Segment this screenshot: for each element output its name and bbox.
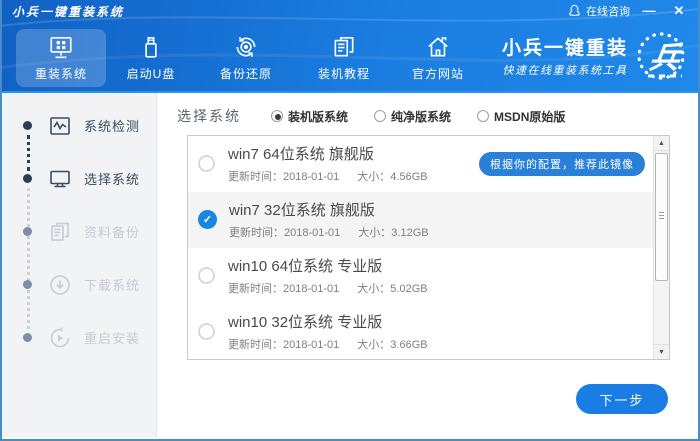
sidebar-step-data-backup[interactable]: 资料备份 xyxy=(2,209,156,254)
nav-item-label: 官方网站 xyxy=(411,66,464,81)
system-info: win7 64位系统 旗舰版 更新时间：2018-01-01 大小：4.56GB xyxy=(228,143,428,184)
system-name: win10 64位系统 专业版 xyxy=(228,257,383,275)
brand-tagline: 快速在线重装系统工具 xyxy=(502,64,628,78)
nav-item-label: 启动U盘 xyxy=(126,66,176,81)
select-system-monitor-icon xyxy=(48,167,72,191)
system-info: win7 32位系统 旗舰版 更新时间：2018-01-01 大小：3.12GB xyxy=(229,199,429,240)
radio-icon xyxy=(271,110,283,122)
backup-restore-icon xyxy=(233,34,259,60)
sidebar-step-download-system[interactable]: 下载系统 xyxy=(2,262,156,307)
section-label: 选择系统 xyxy=(177,108,241,124)
tutorial-docs-icon xyxy=(331,34,357,60)
radio-icon xyxy=(374,110,387,122)
sidebar-step-system-check[interactable]: 系统检测 xyxy=(2,103,156,148)
system-info: win10 32位系统 专业版 更新时间：2018-01-01 大小：3.66G… xyxy=(228,311,428,352)
official-site-home-icon xyxy=(425,34,451,60)
system-size: 大小：3.12GB xyxy=(358,227,429,240)
edition-option-label: 纯净版系统 xyxy=(391,109,452,124)
sidebar-step-label: 选择系统 xyxy=(84,172,141,187)
nav-item-backup-restore[interactable]: 备份还原 xyxy=(201,29,291,87)
system-name: win7 32位系统 旗舰版 xyxy=(229,202,375,220)
usb-drive-icon xyxy=(138,34,164,60)
system-row-win10-32[interactable]: win10 32位系统 专业版 更新时间：2018-01-01 大小：3.66G… xyxy=(188,303,669,359)
edition-option-label: 装机版系统 xyxy=(288,109,349,124)
radio-icon[interactable] xyxy=(198,266,215,284)
edition-select-row: 选择系统 装机版系统 纯净版系统 MSDN原始版 xyxy=(177,106,591,126)
edition-option-label: MSDN原始版 xyxy=(494,109,566,124)
edition-option-msdn[interactable]: MSDN原始版 xyxy=(477,108,565,125)
online-support-label: 在线咨询 xyxy=(586,6,630,18)
download-system-icon xyxy=(48,273,72,297)
sidebar-step-label: 下载系统 xyxy=(84,278,141,293)
system-row-win7-64[interactable]: win7 64位系统 旗舰版 更新时间：2018-01-01 大小：4.56GB… xyxy=(188,136,669,192)
nav-item-label: 装机教程 xyxy=(317,66,370,81)
scrollbar-thumb[interactable] xyxy=(655,153,668,281)
edition-option-pure[interactable]: 纯净版系统 xyxy=(374,108,451,125)
app-window: 小兵一键重装系统 在线咨询 — ✕ 重装系统 启动U盘 备份还原 装机教程 官方… xyxy=(0,0,700,441)
system-updated: 更新时间：2018-01-01 xyxy=(228,282,340,295)
brand-logo-icon: 兵 xyxy=(634,27,692,85)
system-info: win10 64位系统 专业版 更新时间：2018-01-01 大小：5.02G… xyxy=(228,255,428,296)
nav-item-reinstall-system[interactable]: 重装系统 xyxy=(16,28,106,87)
nav-item-official-site[interactable]: 官方网站 xyxy=(393,29,483,87)
titlebar-controls: 在线咨询 — ✕ xyxy=(567,2,690,20)
scroll-up-arrow-icon[interactable]: ▲ xyxy=(654,136,669,151)
next-step-button[interactable]: 下一步 xyxy=(576,384,668,414)
restart-install-icon xyxy=(48,326,72,350)
scroll-down-arrow-icon[interactable]: ▼ xyxy=(654,344,669,359)
nav-item-tutorial[interactable]: 装机教程 xyxy=(299,29,389,87)
edition-option-installer[interactable]: 装机版系统 xyxy=(271,108,348,125)
list-scrollbar[interactable]: ▲ ▼ xyxy=(653,136,669,359)
main-panel: 选择系统 装机版系统 纯净版系统 MSDN原始版 win7 64位系统 旗舰版 … xyxy=(157,93,698,437)
system-meta: 更新时间：2018-01-01 大小：3.12GB xyxy=(229,224,429,240)
system-check-icon xyxy=(48,114,72,138)
nav-item-label: 备份还原 xyxy=(219,66,272,81)
sidebar-step-label: 重启安装 xyxy=(84,331,141,346)
system-meta: 更新时间：2018-01-01 大小：4.56GB xyxy=(228,168,428,184)
nav-item-label: 重装系统 xyxy=(34,66,87,81)
window-title: 小兵一键重装系统 xyxy=(12,4,125,19)
system-name: win10 32位系统 专业版 xyxy=(228,313,383,331)
system-meta: 更新时间：2018-01-01 大小：3.66GB xyxy=(228,336,428,352)
system-size: 大小：4.56GB xyxy=(357,171,428,184)
sidebar-step-label: 资料备份 xyxy=(84,225,141,240)
radio-icon xyxy=(477,110,490,122)
monitor-grid-icon xyxy=(48,34,74,60)
system-meta: 更新时间：2018-01-01 大小：5.02GB xyxy=(228,280,428,296)
brand-name: 小兵一键重装 xyxy=(501,37,628,59)
close-button[interactable]: ✕ xyxy=(668,2,690,20)
system-size: 大小：5.02GB xyxy=(357,282,428,295)
system-updated: 更新时间：2018-01-01 xyxy=(228,338,340,351)
system-row-win10-64[interactable]: win10 64位系统 专业版 更新时间：2018-01-01 大小：5.02G… xyxy=(188,248,669,304)
system-row-win7-32[interactable]: ✓ win7 32位系统 旗舰版 更新时间：2018-01-01 大小：3.12… xyxy=(188,191,669,248)
system-list: win7 64位系统 旗舰版 更新时间：2018-01-01 大小：4.56GB… xyxy=(187,135,670,360)
qq-penguin-icon xyxy=(567,4,582,19)
svg-text:兵: 兵 xyxy=(647,42,683,75)
brand-block: 小兵一键重装 快速在线重装系统工具 xyxy=(502,38,628,78)
sidebar-step-select-system[interactable]: 选择系统 xyxy=(2,156,156,201)
online-support-link[interactable]: 在线咨询 xyxy=(567,3,630,19)
data-backup-icon xyxy=(48,220,72,244)
system-name: win7 64位系统 旗舰版 xyxy=(228,146,374,164)
minimize-button[interactable]: — xyxy=(638,2,660,20)
recommended-badge: 根据你的配置，推荐此镜像 xyxy=(479,151,645,176)
checkmark-icon[interactable]: ✓ xyxy=(198,210,217,230)
sidebar-step-restart-install[interactable]: 重启安装 xyxy=(2,315,156,360)
header: 小兵一键重装系统 在线咨询 — ✕ 重装系统 启动U盘 备份还原 装机教程 官方… xyxy=(2,0,698,93)
system-size: 大小：3.66GB xyxy=(357,338,428,351)
titlebar: 小兵一键重装系统 在线咨询 — ✕ xyxy=(2,0,698,22)
step-sidebar: 系统检测 选择系统 资料备份 下载系统 重启安装 xyxy=(2,93,157,437)
system-updated: 更新时间：2018-01-01 xyxy=(229,227,341,240)
radio-icon[interactable] xyxy=(198,155,215,173)
sidebar-step-label: 系统检测 xyxy=(84,119,141,134)
radio-icon[interactable] xyxy=(198,322,215,340)
system-updated: 更新时间：2018-01-01 xyxy=(228,171,340,184)
content: 系统检测 选择系统 资料备份 下载系统 重启安装 选择系统 装机版系统 纯净版系… xyxy=(2,93,698,437)
nav-item-boot-usb[interactable]: 启动U盘 xyxy=(106,29,196,87)
main-nav: 重装系统 启动U盘 备份还原 装机教程 官方网站 小兵一键重装 快速在线重装系统… xyxy=(2,22,698,91)
